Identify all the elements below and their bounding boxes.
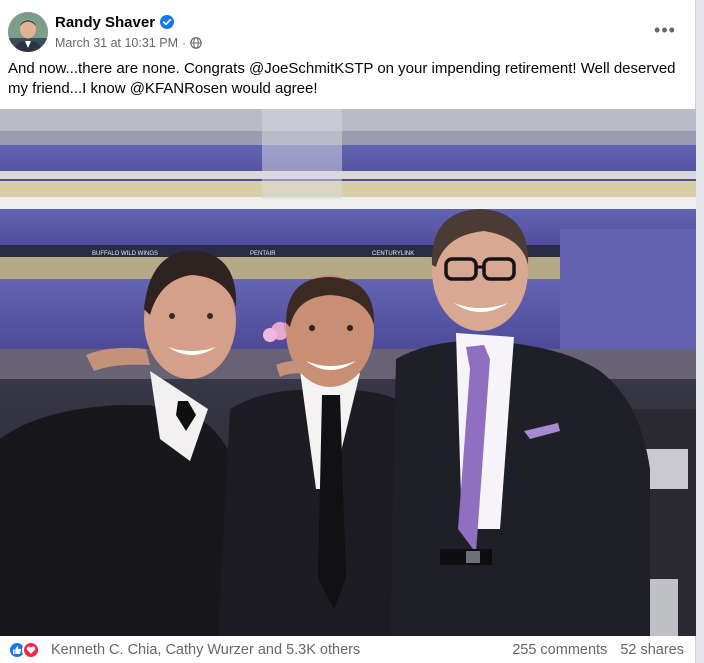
globe-icon[interactable] xyxy=(190,37,202,49)
meta-separator: · xyxy=(181,36,186,50)
reaction-icons[interactable] xyxy=(8,640,40,660)
author-row: Randy Shaver xyxy=(55,12,175,32)
reactions-summary[interactable]: Kenneth C. Chia, Cathy Wurzer and 5.3K o… xyxy=(51,642,360,658)
post-header: Randy Shaver March 31 at 10:31 PM · ••• xyxy=(8,8,687,58)
author-avatar[interactable] xyxy=(8,12,48,52)
post-photo[interactable]: BUFFALO WILD WINGS PENTAIR CENTURYLINK xyxy=(0,109,696,636)
more-options-icon[interactable]: ••• xyxy=(651,16,679,44)
post-footer: Kenneth C. Chia, Cathy Wurzer and 5.3K o… xyxy=(0,636,696,663)
post-meta: March 31 at 10:31 PM · xyxy=(55,35,202,51)
author-name[interactable]: Randy Shaver xyxy=(55,14,155,31)
shares-count[interactable]: 52 shares xyxy=(620,642,684,658)
comments-count[interactable]: 255 comments xyxy=(512,642,607,658)
post-text: And now...there are none. Congrats @JoeS… xyxy=(8,60,676,97)
engagement-counts: 255 comments 52 shares xyxy=(512,642,684,658)
sign-centurylink: CENTURYLINK xyxy=(372,251,414,257)
facebook-post: Randy Shaver March 31 at 10:31 PM · ••• … xyxy=(0,0,696,663)
post-timestamp[interactable]: March 31 at 10:31 PM xyxy=(55,36,178,50)
love-icon xyxy=(22,641,40,659)
verified-badge-icon xyxy=(160,15,175,29)
sign-pentair: PENTAIR xyxy=(250,251,276,257)
sign-buffalo-wild-wings: BUFFALO WILD WINGS xyxy=(92,251,158,257)
